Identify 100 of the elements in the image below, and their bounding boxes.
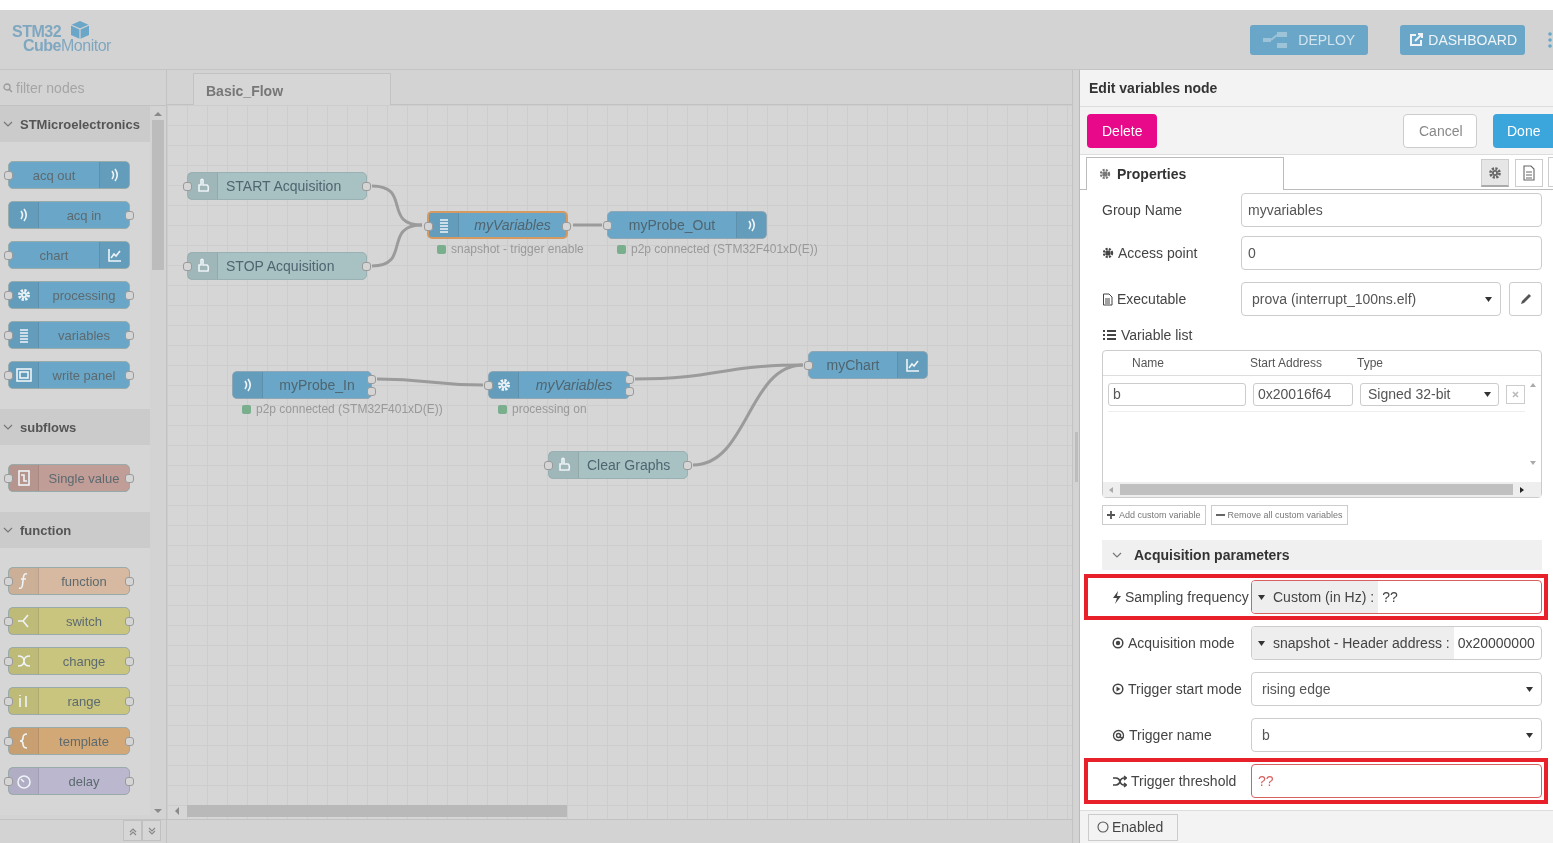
port[interactable] xyxy=(125,777,134,786)
text-field[interactable]: ?? xyxy=(1251,764,1542,798)
port[interactable] xyxy=(4,251,13,260)
port[interactable] xyxy=(125,371,134,380)
typed-input-field[interactable]: snapshot - Header address : 0x20000000 xyxy=(1251,626,1542,660)
port[interactable] xyxy=(4,657,13,666)
port[interactable] xyxy=(125,291,134,300)
shuffle-icon xyxy=(1112,774,1127,788)
cancel-button[interactable]: Cancel xyxy=(1403,113,1477,148)
dropdown-field[interactable]: prova (interrupt_100ns.elf) xyxy=(1241,282,1501,316)
panel-icon xyxy=(14,366,33,384)
port[interactable] xyxy=(362,182,371,191)
timer-icon xyxy=(14,772,33,790)
scrollbar-thumb[interactable] xyxy=(187,805,567,817)
collapse-all-button[interactable] xyxy=(123,820,142,841)
type-dropdown[interactable]: Signed 32-bit xyxy=(1360,382,1499,406)
menu-icon xyxy=(1547,29,1553,50)
flow-tab[interactable]: Basic_Flow xyxy=(193,73,391,105)
port[interactable] xyxy=(4,291,13,300)
close-icon xyxy=(1512,390,1519,398)
dropdown-field[interactable]: rising edge xyxy=(1251,672,1542,706)
dashboard-button[interactable]: DASHBOARD xyxy=(1400,24,1525,55)
deploy-icon xyxy=(1262,30,1289,49)
lightning-icon xyxy=(1112,590,1121,604)
flow-node[interactable]: myVariables xyxy=(427,211,568,239)
field-label: Trigger name xyxy=(1129,727,1212,743)
field-label: Access point xyxy=(1118,245,1198,261)
category-header[interactable]: STMicroelectronics xyxy=(0,106,150,142)
scrollbar-thumb[interactable] xyxy=(151,120,164,270)
port[interactable] xyxy=(183,262,192,271)
port[interactable] xyxy=(125,474,134,483)
section-header[interactable]: Acquisition parameters xyxy=(1102,540,1542,570)
tray-title: Edit variables node xyxy=(1080,70,1553,107)
wire[interactable] xyxy=(371,184,423,227)
expand-all-button[interactable] xyxy=(142,820,161,841)
column-header: Start Address xyxy=(1250,356,1324,370)
port[interactable] xyxy=(4,697,13,706)
typed-input-field[interactable]: Custom (in Hz) : ?? xyxy=(1251,580,1542,614)
port[interactable] xyxy=(4,474,13,483)
scrollbar-thumb[interactable] xyxy=(1120,484,1513,495)
type-selector[interactable]: snapshot - Header address : xyxy=(1252,627,1454,659)
port[interactable] xyxy=(125,657,134,666)
scroll-up-icon xyxy=(152,110,163,118)
status-text: p2p connected (STM32F401xD(E)) xyxy=(631,242,818,256)
text-field[interactable]: 0 xyxy=(1241,236,1542,270)
port[interactable] xyxy=(4,331,13,340)
port[interactable] xyxy=(4,737,13,746)
port[interactable] xyxy=(125,617,134,626)
gear-icon xyxy=(1102,247,1114,259)
edit-button[interactable] xyxy=(1509,282,1542,316)
port[interactable] xyxy=(125,211,134,220)
remove-row-button[interactable] xyxy=(1506,384,1525,404)
address-field[interactable]: 0x20016f64 xyxy=(1253,382,1353,406)
settings-icon xyxy=(1488,165,1502,180)
chevron-down-icon xyxy=(1112,550,1122,560)
wire[interactable] xyxy=(692,363,804,467)
scroll-down-icon xyxy=(1529,460,1537,466)
column-header: Name xyxy=(1131,356,1165,370)
dropdown-field[interactable]: b xyxy=(1251,718,1542,752)
add-variable-button[interactable]: Add custom variable xyxy=(1102,505,1206,525)
port[interactable] xyxy=(4,577,13,586)
done-button[interactable]: Done xyxy=(1493,113,1553,148)
text-field[interactable]: myvariables xyxy=(1241,193,1542,227)
wire[interactable] xyxy=(573,223,602,227)
port[interactable] xyxy=(125,331,134,340)
description-tab[interactable] xyxy=(1515,159,1543,187)
circle-icon xyxy=(1097,821,1109,833)
port[interactable] xyxy=(4,777,13,786)
port[interactable] xyxy=(4,371,13,380)
port[interactable] xyxy=(125,697,134,706)
port[interactable] xyxy=(603,221,612,230)
category-header[interactable]: subflows xyxy=(0,409,150,445)
chevron-down-icon xyxy=(3,119,13,129)
wire[interactable] xyxy=(371,223,423,268)
port[interactable] xyxy=(804,361,813,370)
port[interactable] xyxy=(125,737,134,746)
wire[interactable] xyxy=(377,377,483,387)
gear-icon xyxy=(1099,168,1111,180)
properties-tab[interactable]: Properties xyxy=(1086,157,1284,190)
category-header[interactable]: function xyxy=(0,512,150,548)
type-selector[interactable]: Custom (in Hz) : xyxy=(1252,581,1379,613)
port[interactable] xyxy=(4,617,13,626)
port[interactable] xyxy=(544,461,553,470)
enabled-toggle[interactable]: Enabled xyxy=(1088,813,1179,841)
scroll-down-icon xyxy=(152,807,163,815)
port[interactable] xyxy=(183,182,192,191)
port[interactable] xyxy=(362,262,371,271)
dropdown-caret-icon xyxy=(1526,686,1533,692)
double-chevron-down-icon xyxy=(146,825,157,836)
port[interactable] xyxy=(484,381,493,390)
port[interactable] xyxy=(562,222,571,231)
port[interactable] xyxy=(683,461,692,470)
dropdown-caret-icon xyxy=(1485,296,1492,302)
port[interactable] xyxy=(125,577,134,586)
name-field[interactable]: b xyxy=(1108,382,1246,406)
settings-tab[interactable] xyxy=(1481,159,1509,187)
delete-button[interactable]: Delete xyxy=(1087,113,1157,148)
port[interactable] xyxy=(4,171,13,180)
port[interactable] xyxy=(424,222,433,231)
remove-variables-button[interactable]: Remove all custom variables xyxy=(1210,505,1348,525)
